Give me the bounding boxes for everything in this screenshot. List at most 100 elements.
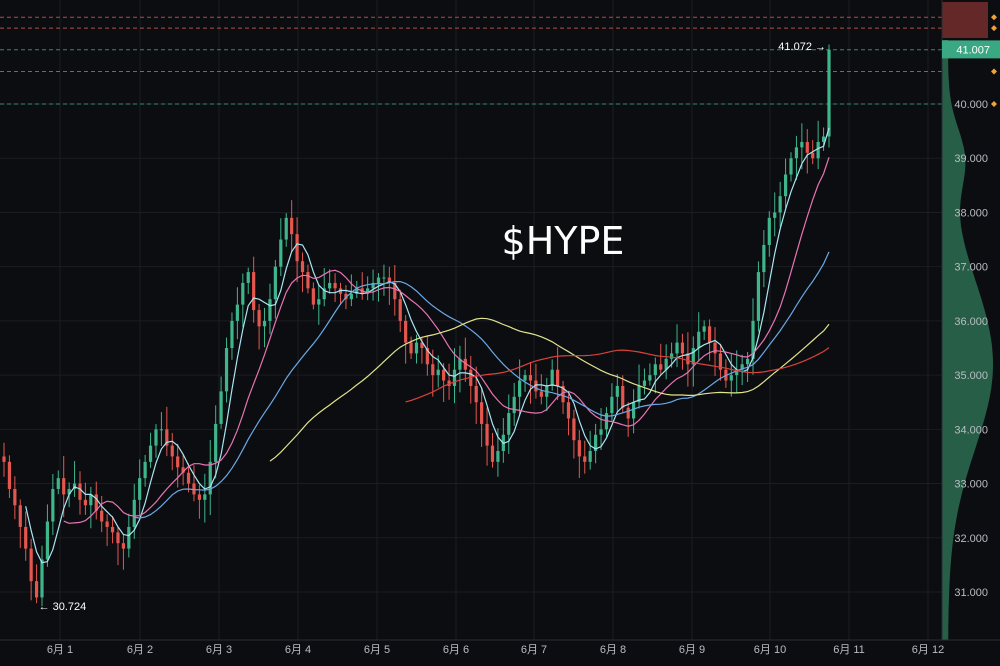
x-tick-label: 6月 9 <box>679 644 705 656</box>
candle-body <box>83 499 88 506</box>
x-tick-label: 6月 2 <box>127 644 153 656</box>
candle-body <box>496 451 500 462</box>
candle-body <box>295 234 299 262</box>
price-chart[interactable]: 31.000 32.000 33.000 34.000 35.000 36.000 37.0… <box>0 0 1000 666</box>
y-tick-label: 36.000 <box>954 316 988 328</box>
y-tick-label: 37.000 <box>954 262 988 274</box>
x-tick-label: 6月 5 <box>364 644 390 656</box>
y-tick-label: 31.000 <box>954 587 988 599</box>
candle-body <box>409 342 413 354</box>
candle-body <box>480 402 484 424</box>
candle-body <box>767 217 771 245</box>
candle-body <box>577 440 581 457</box>
candle-body <box>252 272 256 311</box>
candle-body <box>707 326 712 343</box>
candle-body <box>154 429 158 446</box>
candle-body <box>18 505 22 527</box>
candle-body <box>773 212 777 218</box>
candle-body <box>713 342 717 354</box>
candle-body <box>778 196 782 213</box>
x-tick-label: 6月 3 <box>206 644 232 656</box>
candle-body <box>729 375 733 381</box>
candle-body <box>507 413 511 435</box>
candle-body <box>414 342 419 354</box>
candle-body <box>138 478 142 500</box>
candle-body <box>311 288 315 305</box>
candle-body <box>566 402 571 419</box>
candle-body <box>452 369 457 386</box>
candle-body <box>789 158 793 175</box>
candle-body <box>490 445 495 462</box>
candle-body <box>697 331 701 348</box>
candle-body <box>317 299 321 305</box>
candle-body <box>273 266 277 300</box>
x-tick-label: 6月 8 <box>600 644 626 656</box>
candle-body <box>376 277 381 283</box>
x-tick-label: 6月 10 <box>754 644 786 656</box>
candle-body <box>653 364 657 376</box>
alert-marker-icon[interactable] <box>991 25 997 32</box>
candle-body <box>783 174 788 197</box>
candle-body <box>523 375 527 381</box>
horizontal-level-lines <box>0 16 942 105</box>
candle-body <box>284 217 288 240</box>
candle-body <box>176 456 180 468</box>
candle-body <box>599 429 603 435</box>
candle-body <box>669 353 674 359</box>
candle-body <box>811 152 815 159</box>
alert-marker-icon[interactable] <box>991 101 997 107</box>
y-tick-label: 40.000 <box>954 99 988 111</box>
candle-body <box>214 423 218 462</box>
candle-body <box>300 261 305 273</box>
candle-body <box>382 277 386 279</box>
candle-body <box>268 299 272 321</box>
candle-body <box>224 348 229 392</box>
time-axis[interactable]: 6月 1 6月 2 6月 3 6月 4 6月 5 6月 6 6月 7 6月 8 6月 9 6月 1… <box>0 639 1000 656</box>
x-tick-label: 6月 12 <box>912 644 944 656</box>
candle-body <box>442 369 446 381</box>
price-annotations: 41.072 → ← 30.724 <box>39 41 826 613</box>
y-tick-label: 39.000 <box>954 153 988 165</box>
candle-body <box>241 282 245 305</box>
candle-body <box>805 141 809 153</box>
candle-body <box>626 407 630 419</box>
volume-profile-area <box>942 40 993 640</box>
x-tick-label: 6月 7 <box>521 644 547 656</box>
candle-body <box>588 451 592 462</box>
high-price-label: 41.072 → <box>778 41 826 53</box>
candle-body <box>62 478 66 495</box>
y-tick-label: 34.000 <box>954 424 988 436</box>
moving-average-line <box>269 317 830 462</box>
candle-body <box>583 456 587 462</box>
candle-body <box>572 418 576 441</box>
x-tick-label: 6月 4 <box>285 644 311 656</box>
candle-body <box>333 282 337 289</box>
candle-body <box>34 581 39 598</box>
alert-marker-icon[interactable] <box>991 68 997 75</box>
low-price-label: ← 30.724 <box>39 601 87 613</box>
candle-body <box>642 380 647 386</box>
candle-body <box>328 282 332 289</box>
candle-body <box>745 358 750 365</box>
y-tick-label: 35.000 <box>954 370 988 382</box>
candle-body <box>794 147 799 159</box>
candle-body <box>246 272 250 283</box>
candle-body <box>485 423 489 446</box>
candle-body <box>2 456 6 462</box>
alert-marker-icon[interactable] <box>991 14 997 21</box>
candle-body <box>659 364 663 370</box>
candle-body <box>279 239 283 267</box>
candle-body <box>528 375 533 381</box>
candle-body <box>197 494 201 500</box>
candle-body <box>816 141 820 159</box>
candle-body <box>105 521 109 527</box>
candle-body <box>170 445 174 457</box>
candle-body <box>404 320 408 343</box>
candle-body <box>13 488 17 506</box>
candle-body <box>40 559 44 598</box>
candle-body <box>203 494 207 500</box>
chart-title: $HYPE <box>502 219 625 263</box>
candle-body <box>556 369 560 386</box>
volume-profile-top <box>942 2 988 38</box>
y-tick-label: 38.000 <box>954 207 988 219</box>
